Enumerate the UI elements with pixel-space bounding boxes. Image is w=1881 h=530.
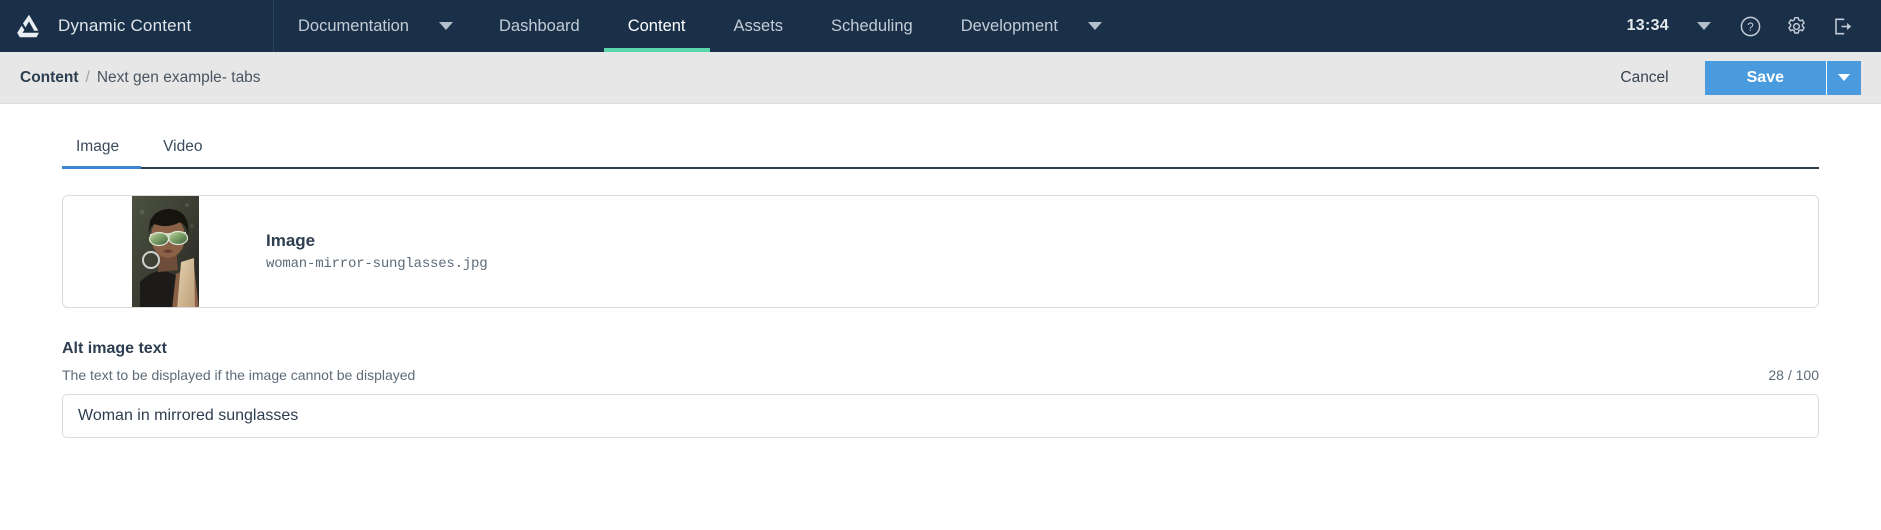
nav-item-dashboard[interactable]: Dashboard — [475, 0, 604, 52]
brand-name: Dynamic Content — [58, 16, 192, 35]
svg-text:?: ? — [1747, 21, 1753, 33]
save-button[interactable]: Save — [1704, 60, 1827, 95]
nav-item-content-label: Content — [627, 16, 686, 35]
settings-button[interactable] — [1773, 0, 1819, 52]
top-navigation-bar: Dynamic Content Documentation Dashboard … — [0, 0, 1881, 52]
breadcrumb-current: Next gen example- tabs — [96, 68, 261, 86]
help-circle-icon: ? — [1740, 16, 1760, 36]
asset-meta: Image woman-mirror-sunglasses.jpg — [200, 196, 488, 307]
character-counter: 28 / 100 — [1768, 367, 1819, 383]
breadcrumb-action-bar: Content / Next gen example- tabs Cancel … — [0, 52, 1881, 104]
asset-thumbnail — [132, 196, 199, 307]
chevron-down-icon — [438, 22, 453, 30]
gear-icon — [1787, 16, 1805, 34]
logout-icon — [1834, 18, 1851, 34]
nav-item-development[interactable]: Development — [937, 0, 1124, 52]
save-options-button[interactable] — [1827, 60, 1861, 95]
asset-title: Image — [266, 231, 316, 250]
chevron-down-icon — [1087, 22, 1102, 30]
breadcrumb: Content / Next gen example- tabs — [20, 69, 261, 87]
nav-item-scheduling[interactable]: Scheduling — [807, 0, 937, 52]
tab-image-label: Image — [76, 138, 120, 155]
user-menu-button[interactable] — [1681, 0, 1727, 52]
logout-button[interactable] — [1819, 0, 1865, 52]
alt-image-text-help: The text to be displayed if the image ca… — [62, 367, 416, 383]
tab-video-label: Video — [163, 138, 203, 155]
nav-item-development-label: Development — [960, 16, 1058, 35]
breadcrumb-root[interactable]: Content — [20, 69, 79, 87]
help-button[interactable]: ? — [1727, 0, 1773, 52]
nav-item-dashboard-label: Dashboard — [498, 16, 580, 35]
tab-image[interactable]: Image — [62, 138, 142, 169]
amplience-triangle-logo-icon — [14, 11, 44, 41]
nav-item-assets[interactable]: Assets — [710, 0, 808, 52]
primary-nav: Documentation Dashboard Content Assets S… — [274, 0, 1124, 52]
main-content: Image Video Image woman-mirror-sunglasse… — [0, 138, 1881, 438]
breadcrumb-separator: / — [85, 68, 90, 86]
nav-item-content[interactable]: Content — [603, 0, 710, 52]
nav-item-assets-label: Assets — [733, 16, 784, 35]
asset-card[interactable]: Image woman-mirror-sunglasses.jpg — [62, 195, 1819, 308]
alt-image-text-label: Alt image text — [62, 340, 167, 357]
nav-item-documentation[interactable]: Documentation — [274, 0, 475, 52]
nav-item-documentation-label: Documentation — [298, 16, 409, 35]
clock-display: 13:34 — [1626, 17, 1669, 34]
alt-image-text-input[interactable] — [62, 394, 1819, 438]
cancel-button[interactable]: Cancel — [1598, 61, 1690, 95]
asset-filename: woman-mirror-sunglasses.jpg — [266, 256, 488, 272]
chevron-down-icon — [1838, 74, 1850, 81]
content-tabs: Image Video — [62, 138, 1819, 169]
asset-thumbnail-wrap — [63, 196, 200, 307]
form-actions: Cancel Save — [1598, 60, 1861, 95]
brand-area[interactable]: Dynamic Content — [0, 0, 274, 52]
nav-item-scheduling-label: Scheduling — [831, 16, 913, 35]
nav-utility-area: 13:34 ? — [1617, 0, 1881, 52]
tab-video[interactable]: Video — [141, 138, 224, 167]
alt-image-text-helprow: The text to be displayed if the image ca… — [62, 367, 1819, 383]
save-button-group: Save — [1704, 60, 1861, 95]
alt-image-text-field: Alt image text The text to be displayed … — [62, 340, 1819, 438]
chevron-down-icon — [1697, 22, 1711, 30]
